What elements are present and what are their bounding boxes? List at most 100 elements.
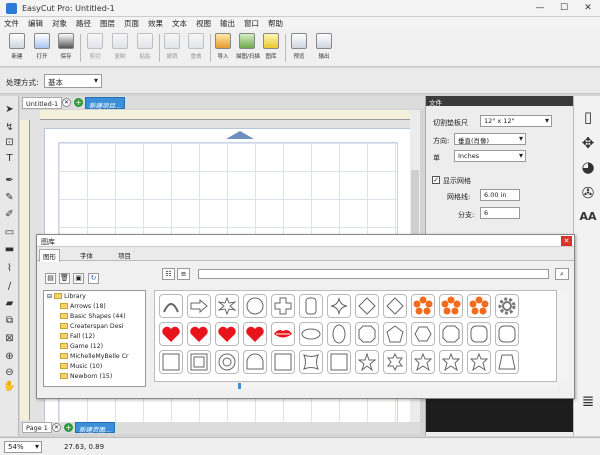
tree-item-michellemybelle[interactable]: MichelleMyBelle Cr: [60, 353, 129, 360]
new-button[interactable]: 新建: [6, 33, 28, 60]
grid-view-icon[interactable]: ☷: [162, 268, 175, 280]
menu-path[interactable]: 路径: [76, 18, 91, 29]
undo-button[interactable]: 撤销: [161, 33, 183, 60]
shape-circle[interactable]: [243, 294, 267, 318]
eyedropper-icon[interactable]: ⌇: [3, 262, 16, 275]
shape-star-5[interactable]: [355, 350, 379, 374]
output-button[interactable]: 输出: [313, 33, 335, 60]
rectangle-tool-icon[interactable]: ▭: [3, 226, 16, 239]
shape-pentagon[interactable]: [383, 322, 407, 346]
import-button[interactable]: 导入: [212, 33, 234, 60]
shape-star-8[interactable]: [439, 350, 463, 374]
paste-button[interactable]: 粘贴: [134, 33, 156, 60]
tab-page-1[interactable]: Page 1: [22, 422, 52, 433]
layers-icon[interactable]: ≣: [579, 392, 597, 410]
menu-help[interactable]: 帮助: [268, 18, 283, 29]
refresh-icon[interactable]: ↻: [88, 273, 99, 284]
shape-scalloped-square[interactable]: [299, 350, 323, 374]
shape-oval-vertical[interactable]: [327, 322, 351, 346]
library-close-button[interactable]: ✕: [561, 236, 572, 246]
shape-hexagon[interactable]: [411, 322, 435, 346]
wrench-icon[interactable]: ✇: [579, 184, 597, 202]
maximize-button[interactable]: ☐: [552, 0, 576, 17]
shape-star-6[interactable]: [383, 350, 407, 374]
shape-heart-2[interactable]: [187, 322, 211, 346]
menu-file[interactable]: 文件: [4, 18, 19, 29]
tab-new-project[interactable]: 新建项目...: [85, 97, 126, 110]
menu-object[interactable]: 对象: [52, 18, 67, 29]
menu-view[interactable]: 视图: [196, 18, 211, 29]
eraser-icon[interactable]: ▰: [3, 297, 16, 310]
menu-output[interactable]: 输出: [220, 18, 235, 29]
brush-tool-icon[interactable]: ✐: [3, 208, 16, 221]
save-library-icon[interactable]: ▣: [73, 273, 84, 284]
shape-dome[interactable]: [243, 350, 267, 374]
shape-rounded-square[interactable]: [467, 322, 491, 346]
redo-button[interactable]: 重做: [185, 33, 207, 60]
close-button[interactable]: ✕: [576, 0, 600, 17]
shape-tool-icon[interactable]: ▬: [3, 243, 16, 256]
color-palette-icon[interactable]: ◕: [579, 158, 597, 176]
zoom-select[interactable]: 54%: [4, 441, 42, 453]
unit-select[interactable]: Inches: [454, 150, 526, 162]
copy-button[interactable]: 复制: [109, 33, 131, 60]
zoom-tool-icon[interactable]: ⊕: [3, 350, 16, 363]
tree-item-game[interactable]: Game (12): [60, 343, 103, 350]
shape-heart[interactable]: [159, 322, 183, 346]
menu-layer[interactable]: 图层: [100, 18, 115, 29]
text-tool-icon[interactable]: T: [3, 152, 16, 165]
tab-projects[interactable]: 项目: [115, 249, 134, 261]
shape-flower-orange[interactable]: [411, 294, 435, 318]
orientation-select[interactable]: 垂直(肖像): [454, 133, 526, 145]
shape-flower-orange-3[interactable]: [467, 294, 491, 318]
add-page-icon[interactable]: +: [64, 423, 73, 432]
processing-select[interactable]: 基本: [44, 74, 102, 88]
pencil-tool-icon[interactable]: ✎: [3, 191, 16, 204]
shape-arc[interactable]: [159, 294, 183, 318]
move-cross-icon[interactable]: ✥: [579, 134, 597, 152]
menu-text[interactable]: 文本: [172, 18, 187, 29]
show-grid-checkbox[interactable]: ✓: [432, 176, 440, 184]
shape-square[interactable]: [159, 350, 183, 374]
shape-star-7[interactable]: [411, 350, 435, 374]
distort-icon[interactable]: ⊠: [3, 332, 16, 345]
library-vertical-scrollbar[interactable]: [558, 290, 568, 382]
delete-icon[interactable]: 🗑: [59, 273, 70, 284]
hand-tool-icon[interactable]: ✋: [3, 380, 16, 393]
menu-page[interactable]: 页面: [124, 18, 139, 29]
search-icon[interactable]: ⌕: [555, 268, 569, 280]
close-page-icon[interactable]: ✕: [52, 423, 61, 432]
library-horizontal-scrollbar[interactable]: [154, 383, 557, 389]
shape-lips[interactable]: [271, 322, 295, 346]
cut-button[interactable]: 剪切: [84, 33, 106, 60]
list-view-icon[interactable]: ≡: [177, 268, 190, 280]
tree-item-createrspan[interactable]: Createrspan Desi: [60, 323, 123, 330]
tree-item-library[interactable]: ⊟ Library: [47, 293, 86, 300]
tab-new-page[interactable]: 新建页面...: [75, 422, 116, 434]
document-icon[interactable]: ▯: [579, 108, 597, 126]
shape-trapezoid[interactable]: [495, 350, 519, 374]
shape-diamond-2[interactable]: [383, 294, 407, 318]
trace-button[interactable]: 描图/扫描: [236, 33, 260, 60]
tab-shapes[interactable]: 图形: [39, 249, 60, 262]
shape-sparkle[interactable]: [327, 294, 351, 318]
tab-fonts[interactable]: 字体: [77, 249, 96, 261]
weld-icon[interactable]: ⧉: [3, 314, 16, 327]
tree-item-arrows[interactable]: Arrows (18): [60, 303, 106, 310]
shape-arrow[interactable]: [187, 294, 211, 318]
add-tab-icon[interactable]: +: [74, 98, 83, 107]
save-button[interactable]: 保存: [55, 33, 77, 60]
close-tab-icon[interactable]: ✕: [62, 98, 71, 107]
shape-ellipse[interactable]: [299, 322, 323, 346]
font-size-icon[interactable]: AA: [579, 208, 597, 226]
open-button[interactable]: 打开: [31, 33, 53, 60]
pan-icon[interactable]: ⊖: [3, 366, 16, 379]
knife-icon[interactable]: ∕: [3, 280, 16, 293]
library-button[interactable]: 图库: [260, 33, 282, 60]
shape-flower-orange-2[interactable]: [439, 294, 463, 318]
shape-starburst[interactable]: [215, 294, 239, 318]
menu-window[interactable]: 窗口: [244, 18, 259, 29]
subdivisions-input[interactable]: 6: [480, 207, 520, 219]
shape-heart-4[interactable]: [243, 322, 267, 346]
shape-rounded-rect[interactable]: [299, 294, 323, 318]
